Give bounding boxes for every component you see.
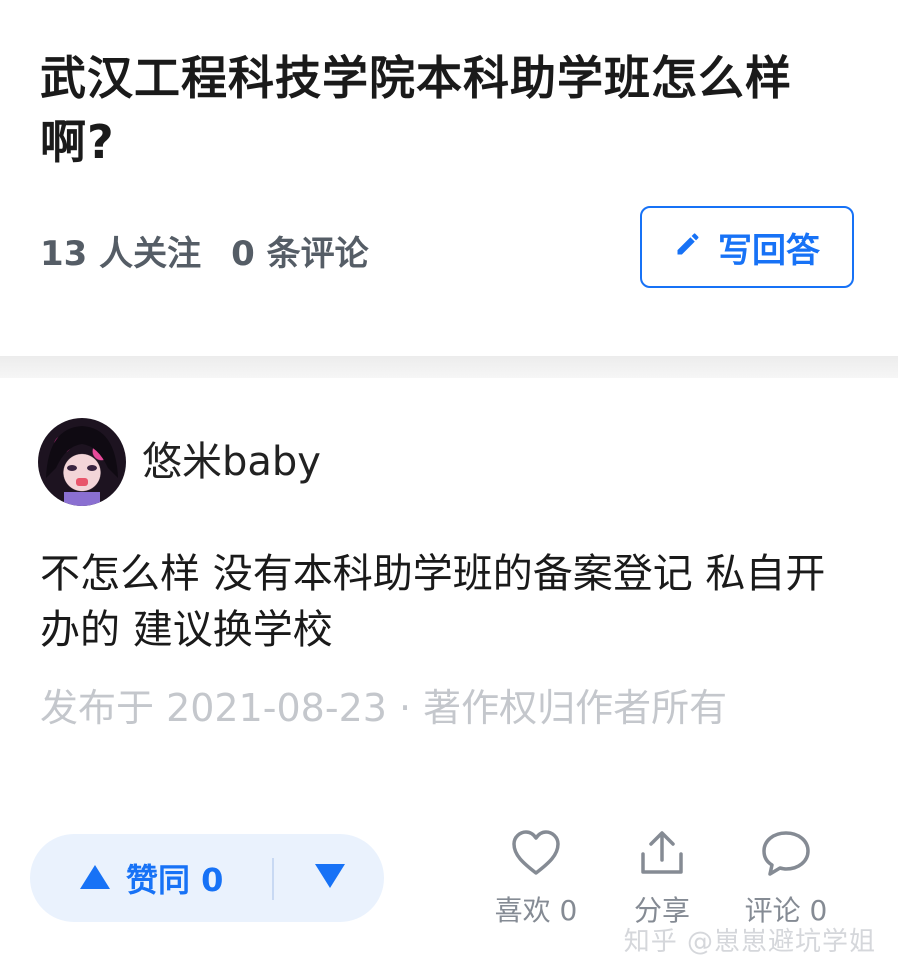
upvote-label: 赞同 0 bbox=[126, 861, 224, 899]
answer-content: 不怎么样 没有本科助学班的备案登记 私自开办的 建议换学校 bbox=[40, 551, 826, 653]
comment-icon bbox=[761, 830, 811, 883]
triangle-down-icon bbox=[315, 864, 345, 892]
answer-card: 悠米baby 不怎么样 没有本科助学班的备案登记 私自开办的 建议换学校 发布于… bbox=[0, 378, 898, 976]
share-icon bbox=[637, 830, 687, 883]
upvote-button[interactable]: 赞同 0 bbox=[80, 834, 223, 922]
like-button[interactable]: 喜欢 0 bbox=[476, 830, 596, 929]
write-answer-button[interactable]: 写回答 bbox=[640, 206, 854, 288]
question-meta: 13 人关注 0 条评论 bbox=[40, 226, 369, 275]
triangle-up-icon bbox=[80, 859, 110, 897]
author-name[interactable]: 悠米baby bbox=[142, 438, 321, 486]
pencil-icon bbox=[674, 227, 702, 267]
write-answer-label: 写回答 bbox=[718, 230, 820, 271]
comment-button[interactable]: 评论 0 bbox=[726, 830, 846, 929]
comments-count[interactable]: 0 条评论 bbox=[231, 226, 369, 275]
downvote-button[interactable] bbox=[300, 834, 360, 922]
watermark: 知乎 @崽崽避坑学姐 bbox=[623, 927, 876, 957]
avatar[interactable] bbox=[38, 418, 126, 506]
question-title[interactable]: 武汉工程科技学院本科助学班怎么样啊? bbox=[40, 46, 860, 174]
question-card: 武汉工程科技学院本科助学班怎么样啊? 13 人关注 0 条评论 写回答 bbox=[0, 0, 898, 356]
publish-info: 发布于 2021-08-23 · 著作权归作者所有 bbox=[40, 686, 728, 730]
vote-divider bbox=[272, 858, 274, 900]
heart-icon bbox=[511, 830, 561, 883]
followers-count: 13 人关注 bbox=[40, 234, 202, 274]
section-divider bbox=[0, 356, 898, 378]
share-button[interactable]: 分享 bbox=[602, 830, 722, 929]
like-label: 喜欢 0 bbox=[494, 894, 578, 927]
vote-bar: 赞同 0 bbox=[30, 834, 384, 922]
